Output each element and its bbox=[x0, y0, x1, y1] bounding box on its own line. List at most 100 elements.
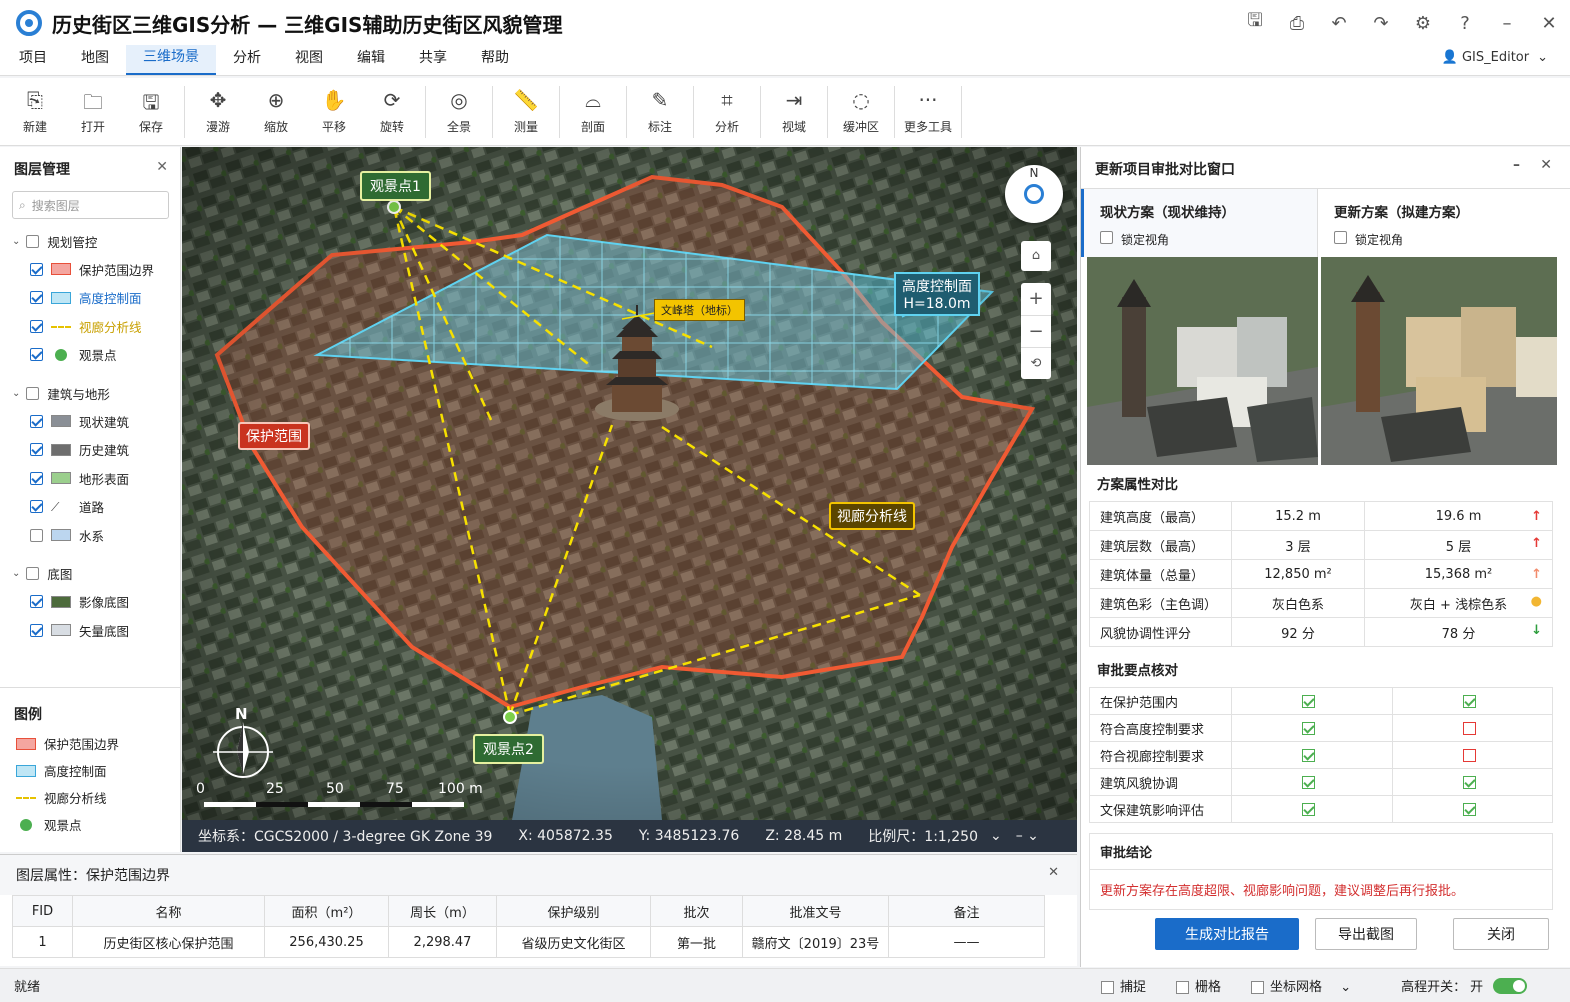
layer-item[interactable]: 矢量底图 bbox=[0, 616, 180, 645]
menu-1[interactable]: 地图 bbox=[64, 45, 126, 75]
minimize-icon[interactable]: – bbox=[1513, 157, 1520, 173]
3d-map-view[interactable]: 观景点1 观景点2 文峰塔（地标） 高度控制面 H=18.0m 保护范围 视廊分… bbox=[182, 147, 1077, 852]
layer-checkbox[interactable] bbox=[30, 528, 43, 542]
minimize-icon[interactable]: – bbox=[1486, 13, 1528, 34]
snap-checkbox[interactable] bbox=[1101, 981, 1114, 994]
attribute-header[interactable]: 名称 bbox=[72, 895, 265, 927]
save-icon[interactable]: 🖫 bbox=[1234, 8, 1276, 38]
export-screenshot-button[interactable]: 导出截图 bbox=[1315, 918, 1417, 950]
layer-checkbox[interactable] bbox=[30, 348, 43, 362]
tool-fly[interactable]: ✥ 漫游 bbox=[189, 88, 247, 135]
group-checkbox[interactable] bbox=[26, 567, 40, 580]
layer-checkbox[interactable] bbox=[30, 319, 43, 333]
lock-view-checkbox[interactable] bbox=[1334, 231, 1347, 244]
layer-checkbox[interactable] bbox=[30, 443, 43, 457]
layer-group[interactable]: ⌄ 底图 bbox=[0, 560, 180, 588]
tool-zoom[interactable]: ⊕ 缩放 bbox=[247, 88, 305, 135]
update-scheme-preview[interactable] bbox=[1321, 257, 1557, 465]
layer-checkbox[interactable] bbox=[30, 471, 43, 485]
layer-group[interactable]: ⌄ 建筑与地形 bbox=[0, 379, 180, 407]
tool-analysis[interactable]: ⌗ 分析 bbox=[698, 88, 756, 135]
compass-center-icon[interactable] bbox=[1024, 184, 1044, 204]
layer-item[interactable]: 视廊分析线 bbox=[0, 312, 180, 341]
current-scheme-preview[interactable] bbox=[1087, 257, 1318, 465]
tool-new-file[interactable]: ⎘ 新建 bbox=[6, 88, 64, 135]
tool-panorama[interactable]: ◎ 全景 bbox=[430, 88, 488, 135]
layer-item[interactable]: 高度控制面 bbox=[0, 284, 180, 313]
layer-checkbox[interactable] bbox=[30, 500, 43, 514]
layer-item[interactable]: ⟋ 道路 bbox=[0, 493, 180, 522]
trend-indicator-icon: ↓ bbox=[1531, 622, 1542, 638]
undo-icon[interactable]: ↶ bbox=[1318, 13, 1360, 34]
tool-rotate[interactable]: ⟳ 旋转 bbox=[363, 88, 421, 135]
close-icon[interactable]: ✕ bbox=[156, 159, 168, 175]
chevron-down-icon[interactable]: ⌄ bbox=[1340, 980, 1351, 995]
layer-item[interactable]: 观景点 bbox=[0, 341, 180, 370]
group-checkbox[interactable] bbox=[26, 386, 40, 400]
attribute-header[interactable]: 面积（m²） bbox=[264, 895, 389, 927]
map-scene[interactable] bbox=[182, 147, 1077, 820]
attribute-header[interactable]: 批次 bbox=[650, 895, 743, 927]
zoom-in-icon[interactable]: + bbox=[1021, 283, 1051, 315]
scale-dropdown-icon[interactable]: ⌄ bbox=[990, 828, 1002, 844]
layer-item[interactable]: 保护范围边界 bbox=[0, 255, 180, 284]
tool-viewshed[interactable]: ⇥ 视域 bbox=[765, 88, 823, 135]
close-icon[interactable]: ✕ bbox=[1540, 157, 1552, 173]
chevron-down-icon[interactable]: ⌄ bbox=[12, 568, 20, 579]
lock-view-checkbox[interactable] bbox=[1100, 231, 1113, 244]
menu-0[interactable]: 项目 bbox=[2, 45, 64, 75]
menu-2[interactable]: 三维场景 bbox=[126, 45, 216, 75]
generate-report-button[interactable]: 生成对比报告 bbox=[1155, 918, 1299, 950]
zoom-out-icon[interactable]: − bbox=[1021, 315, 1051, 347]
redo-icon[interactable]: ↷ bbox=[1360, 13, 1402, 34]
more-dropdown-icon[interactable]: – ⌄ bbox=[1016, 828, 1039, 844]
tool-ruler[interactable]: 📏 测量 bbox=[497, 88, 555, 135]
tool-hand[interactable]: ✋ 平移 bbox=[305, 88, 363, 135]
menu-5[interactable]: 编辑 bbox=[340, 45, 402, 75]
chevron-down-icon[interactable]: ⌄ bbox=[12, 388, 20, 399]
layer-checkbox[interactable] bbox=[30, 595, 43, 609]
help-icon[interactable]: ? bbox=[1444, 13, 1486, 34]
tool-profile[interactable]: ⌓ 剖面 bbox=[564, 88, 622, 135]
menu-3[interactable]: 分析 bbox=[216, 45, 278, 75]
menu-7[interactable]: 帮助 bbox=[464, 45, 526, 75]
group-checkbox[interactable] bbox=[26, 234, 40, 248]
layer-item[interactable]: 现状建筑 bbox=[0, 407, 180, 436]
reset-view-icon[interactable]: ⟲ bbox=[1021, 347, 1051, 379]
layer-checkbox[interactable] bbox=[30, 291, 43, 305]
user-menu[interactable]: 👤 GIS_Editor ⌄ bbox=[1442, 50, 1548, 65]
gear-icon[interactable]: ⚙ bbox=[1402, 13, 1444, 34]
layer-checkbox[interactable] bbox=[30, 262, 43, 276]
tool-folder[interactable]: 🗀 打开 bbox=[64, 88, 122, 135]
close-icon[interactable]: ✕ bbox=[1048, 865, 1059, 880]
attribute-header[interactable]: 备注 bbox=[888, 895, 1045, 927]
layer-item[interactable]: 影像底图 bbox=[0, 588, 180, 617]
attribute-header[interactable]: 周长（m） bbox=[388, 895, 497, 927]
print-icon[interactable]: ⎙ bbox=[1276, 13, 1318, 34]
layer-search-input[interactable]: ⌕ 搜索图层 bbox=[12, 191, 169, 219]
attribute-header[interactable]: 保护级别 bbox=[496, 895, 651, 927]
layer-group[interactable]: ⌄ 规划管控 bbox=[0, 227, 180, 255]
attribute-header[interactable]: 批准文号 bbox=[742, 895, 889, 927]
compass-widget[interactable]: N bbox=[1005, 165, 1063, 223]
elevation-toggle[interactable] bbox=[1493, 977, 1528, 994]
coordgrid-checkbox[interactable] bbox=[1251, 981, 1265, 994]
layer-item[interactable]: 水系 bbox=[0, 521, 180, 550]
tool-save[interactable]: 🖫 保存 bbox=[122, 88, 180, 135]
layer-item[interactable]: 地形表面 bbox=[0, 464, 180, 493]
layer-item[interactable]: 历史建筑 bbox=[0, 436, 180, 465]
chevron-down-icon[interactable]: ⌄ bbox=[12, 236, 20, 247]
menu-6[interactable]: 共享 bbox=[402, 45, 464, 75]
tool-buffer[interactable]: ◌ 缓冲区 bbox=[832, 88, 890, 135]
attribute-header[interactable]: FID bbox=[12, 895, 73, 927]
raster-checkbox[interactable] bbox=[1176, 981, 1190, 994]
table-row[interactable]: 1 历史街区核心保护范围 256,430.25 2,298.47 省级历史文化街区 第一批… bbox=[12, 926, 1045, 958]
tool-pen[interactable]: ✎ 标注 bbox=[631, 88, 689, 135]
layer-checkbox[interactable] bbox=[30, 414, 43, 428]
close-button[interactable]: 关闭 bbox=[1453, 918, 1549, 950]
home-icon[interactable]: ⌂ bbox=[1021, 241, 1051, 271]
close-icon[interactable]: ✕ bbox=[1528, 13, 1570, 34]
layer-checkbox[interactable] bbox=[30, 623, 43, 637]
tool-more[interactable]: ··· 更多工具 bbox=[899, 88, 957, 135]
menu-4[interactable]: 视图 bbox=[278, 45, 340, 75]
